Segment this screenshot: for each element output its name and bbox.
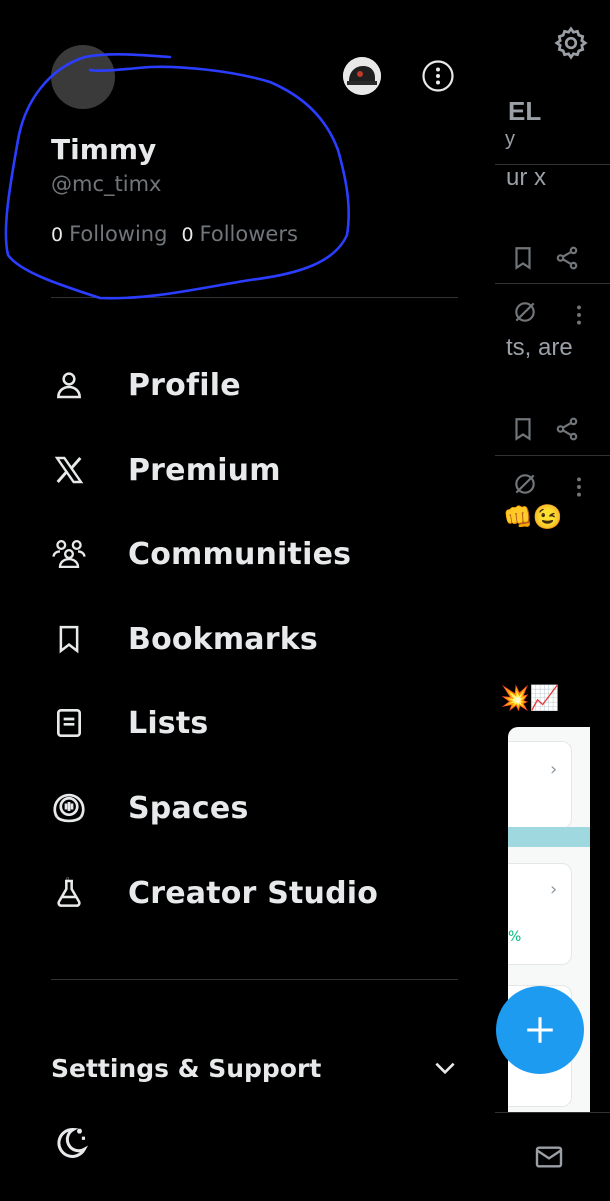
settings-support-label: Settings & Support	[51, 1054, 321, 1083]
spaces-icon	[51, 790, 87, 826]
x-logo-icon	[51, 452, 87, 488]
navigation-drawer: Timmy @mc_timx 0 Following 0 Followers Prof…	[0, 0, 495, 1200]
avatar-cap-icon	[343, 57, 381, 95]
menu-item-profile[interactable]: Profile	[51, 355, 451, 415]
embedded-card[interactable]	[508, 863, 572, 965]
menu-item-lists[interactable]: Lists	[51, 693, 451, 753]
share-action-icon[interactable]	[554, 245, 580, 271]
post-more-icon[interactable]	[566, 302, 592, 328]
bookmark-icon	[51, 621, 87, 657]
embedded-card[interactable]	[508, 741, 572, 829]
bookmark-action-icon[interactable]	[510, 245, 536, 271]
following-link[interactable]: 0 Following	[51, 222, 167, 246]
menu-item-label: Spaces	[128, 791, 249, 826]
bottom-nav	[495, 1112, 610, 1201]
creator-studio-icon	[51, 875, 87, 911]
feed-divider	[495, 283, 610, 284]
following-label: Following	[69, 222, 167, 246]
post-more-icon[interactable]	[566, 474, 592, 500]
follow-counts: 0 Following 0 Followers	[51, 222, 298, 246]
feed-title-fragment-2: y	[505, 128, 515, 151]
card-chevron-icon: ›	[550, 759, 557, 780]
person-icon	[51, 367, 87, 403]
communities-icon	[51, 536, 87, 572]
menu-item-label: Communities	[128, 537, 351, 572]
profile-handle: @mc_timx	[51, 172, 161, 196]
menu-item-label: Lists	[128, 706, 208, 741]
menu-item-label: Profile	[128, 368, 241, 403]
following-count: 0	[51, 224, 63, 246]
list-icon	[51, 705, 87, 741]
feed-text-1: ur x	[506, 164, 546, 192]
menu-item-premium[interactable]: Premium	[51, 440, 451, 500]
card-percent: %	[508, 929, 521, 945]
followers-label: Followers	[200, 222, 298, 246]
profile-avatar[interactable]	[51, 45, 115, 109]
grok-icon[interactable]	[512, 299, 538, 325]
card-chevron-icon: ›	[550, 879, 557, 900]
feed-title-fragment: EL	[508, 96, 541, 127]
grok-icon[interactable]	[512, 471, 538, 497]
share-action-icon[interactable]	[554, 416, 580, 442]
plus-icon	[523, 1013, 557, 1047]
profile-name[interactable]: Timmy	[51, 133, 156, 166]
teal-banner	[508, 827, 590, 847]
divider	[51, 979, 458, 980]
more-options-icon[interactable]	[421, 59, 455, 93]
feed-emoji-row-1: 👊😉	[503, 503, 563, 532]
settings-gear-icon[interactable]	[553, 25, 589, 61]
moon-icon[interactable]	[51, 1124, 89, 1162]
followers-count: 0	[181, 224, 193, 246]
menu-item-communities[interactable]: Communities	[51, 524, 451, 584]
bookmark-action-icon[interactable]	[510, 416, 536, 442]
followers-link[interactable]: 0 Followers	[181, 222, 297, 246]
menu-item-spaces[interactable]: Spaces	[51, 778, 451, 838]
divider	[51, 297, 458, 298]
feed-divider	[495, 455, 610, 456]
feed-text-2: ts, are	[506, 334, 573, 362]
compose-post-button[interactable]	[496, 986, 584, 1074]
menu-item-label: Premium	[128, 453, 281, 488]
menu-item-label: Bookmarks	[128, 622, 318, 657]
account-switcher-avatar[interactable]	[343, 57, 381, 95]
menu-item-bookmarks[interactable]: Bookmarks	[51, 609, 451, 669]
feed-emoji-row-2: 💥📈	[500, 684, 560, 713]
chevron-down-icon	[432, 1055, 458, 1081]
menu-item-creator-studio[interactable]: Creator Studio	[51, 863, 451, 923]
messages-icon[interactable]	[533, 1141, 565, 1173]
settings-support-toggle[interactable]: Settings & Support	[51, 1048, 458, 1088]
menu-item-label: Creator Studio	[128, 876, 378, 911]
